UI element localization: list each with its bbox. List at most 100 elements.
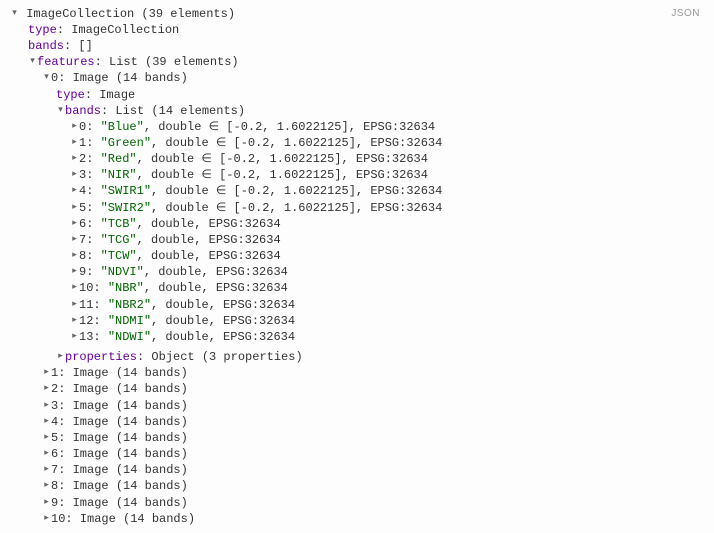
chevron-right-icon[interactable] — [70, 182, 79, 198]
colon: : — [101, 104, 115, 118]
feature-label: Image (14 bands) — [73, 399, 188, 413]
band-row[interactable]: 0: "Blue", double ∈ [-0.2, 1.6022125], E… — [10, 119, 704, 135]
properties-value: Object (3 properties) — [151, 350, 302, 364]
band-name: "NBR" — [108, 282, 144, 296]
band-row[interactable]: 8: "TCW", double, EPSG:32634 — [10, 248, 704, 264]
band-meta: , double, EPSG:32634 — [151, 330, 295, 344]
chevron-right-icon[interactable] — [42, 510, 51, 526]
feature-row[interactable]: 6: Image (14 bands) — [10, 446, 704, 462]
chevron-down-icon[interactable] — [28, 53, 37, 69]
band-row[interactable]: 7: "TCG", double, EPSG:32634 — [10, 232, 704, 248]
chevron-right-icon[interactable] — [42, 461, 51, 477]
type-value: Image — [99, 88, 135, 102]
chevron-right-icon[interactable] — [70, 328, 79, 344]
chevron-right-icon[interactable] — [70, 199, 79, 215]
band-meta: , double, EPSG:32634 — [151, 298, 295, 312]
feature-row[interactable]: 1: Image (14 bands) — [10, 365, 704, 381]
feature-label: Image (14 bands) — [73, 431, 188, 445]
chevron-down-icon[interactable] — [42, 69, 51, 85]
band-name: "TCG" — [101, 233, 137, 247]
colon: : — [86, 185, 100, 199]
feature-row[interactable]: 7: Image (14 bands) — [10, 462, 704, 478]
band-row[interactable]: 12: "NDMI", double, EPSG:32634 — [10, 313, 704, 329]
colon: : — [93, 314, 107, 328]
chevron-right-icon[interactable] — [70, 150, 79, 166]
colon: : — [86, 120, 100, 134]
band-row[interactable]: 6: "TCB", double, EPSG:32634 — [10, 216, 704, 232]
bands-key[interactable]: bands — [65, 104, 101, 118]
chevron-right-icon[interactable] — [42, 494, 51, 510]
colon: : — [58, 431, 72, 445]
chevron-right-icon[interactable] — [42, 477, 51, 493]
band-name: "NDWI" — [108, 330, 151, 344]
band-index: 11 — [79, 298, 93, 312]
band-row[interactable]: 4: "SWIR1", double ∈ [-0.2, 1.6022125], … — [10, 183, 704, 199]
feature-row[interactable]: 9: Image (14 bands) — [10, 495, 704, 511]
colon: : — [93, 298, 107, 312]
feature-row[interactable]: 5: Image (14 bands) — [10, 430, 704, 446]
features-key[interactable]: features — [37, 55, 95, 69]
chevron-right-icon[interactable] — [70, 231, 79, 247]
chevron-down-icon[interactable] — [10, 5, 19, 21]
colon: : — [86, 201, 100, 215]
feature-label: Image (14 bands) — [73, 496, 188, 510]
chevron-right-icon[interactable] — [70, 312, 79, 328]
colon: : — [86, 249, 100, 263]
band-name: "TCW" — [101, 249, 137, 263]
type-key: type — [56, 88, 85, 102]
chevron-right-icon[interactable] — [70, 296, 79, 312]
chevron-right-icon[interactable] — [70, 263, 79, 279]
properties-key[interactable]: properties — [65, 350, 137, 364]
chevron-right-icon[interactable] — [70, 279, 79, 295]
band-name: "Blue" — [101, 120, 144, 134]
band-row[interactable]: 3: "NIR", double ∈ [-0.2, 1.6022125], EP… — [10, 167, 704, 183]
band-row[interactable]: 5: "SWIR2", double ∈ [-0.2, 1.6022125], … — [10, 200, 704, 216]
json-button[interactable]: JSON — [667, 6, 704, 22]
chevron-right-icon[interactable] — [42, 380, 51, 396]
band-row[interactable]: 1: "Green", double ∈ [-0.2, 1.6022125], … — [10, 135, 704, 151]
band-meta: , double, EPSG:32634 — [137, 233, 281, 247]
band-row[interactable]: 2: "Red", double ∈ [-0.2, 1.6022125], EP… — [10, 151, 704, 167]
chevron-right-icon[interactable] — [70, 134, 79, 150]
chevron-right-icon[interactable] — [70, 118, 79, 134]
band-meta: , double, EPSG:32634 — [144, 265, 288, 279]
band-row[interactable]: 11: "NBR2", double, EPSG:32634 — [10, 297, 704, 313]
chevron-right-icon[interactable] — [42, 364, 51, 380]
colon: : — [86, 168, 100, 182]
feature-row[interactable]: 8: Image (14 bands) — [10, 478, 704, 494]
chevron-right-icon[interactable] — [42, 397, 51, 413]
chevron-right-icon[interactable] — [70, 247, 79, 263]
feature-row[interactable]: 2: Image (14 bands) — [10, 381, 704, 397]
chevron-right-icon[interactable] — [56, 348, 65, 364]
band-meta: , double, EPSG:32634 — [151, 314, 295, 328]
chevron-right-icon[interactable] — [70, 215, 79, 231]
feature-row[interactable]: 4: Image (14 bands) — [10, 414, 704, 430]
band-row[interactable]: 13: "NDWI", double, EPSG:32634 — [10, 329, 704, 345]
band-name: "NDVI" — [101, 265, 144, 279]
band-meta: , double, EPSG:32634 — [137, 217, 281, 231]
chevron-right-icon[interactable] — [42, 445, 51, 461]
colon: : — [137, 350, 151, 364]
band-row[interactable]: 10: "NBR", double, EPSG:32634 — [10, 280, 704, 296]
band-meta: , double, EPSG:32634 — [144, 282, 288, 296]
colon: : — [65, 512, 79, 526]
colon: : — [58, 399, 72, 413]
colon: : — [58, 383, 72, 397]
colon: : — [95, 55, 109, 69]
chevron-down-icon[interactable] — [56, 102, 65, 118]
band-name: "SWIR2" — [101, 201, 151, 215]
feature-label: Image (14 bands) — [73, 447, 188, 461]
chevron-right-icon[interactable] — [42, 429, 51, 445]
band-name: "TCB" — [101, 217, 137, 231]
feature-row[interactable]: 3: Image (14 bands) — [10, 398, 704, 414]
feature-label: Image (14 bands) — [73, 415, 188, 429]
feature-row[interactable]: 10: Image (14 bands) — [10, 511, 704, 527]
chevron-right-icon[interactable] — [42, 413, 51, 429]
band-row[interactable]: 9: "NDVI", double, EPSG:32634 — [10, 264, 704, 280]
band-meta: , double ∈ [-0.2, 1.6022125], EPSG:32634 — [144, 120, 435, 134]
colon: : — [86, 136, 100, 150]
root-label[interactable]: ImageCollection (39 elements) — [26, 7, 235, 21]
chevron-right-icon[interactable] — [70, 166, 79, 182]
band-index: 10 — [79, 282, 93, 296]
bands-value: [] — [78, 39, 92, 53]
